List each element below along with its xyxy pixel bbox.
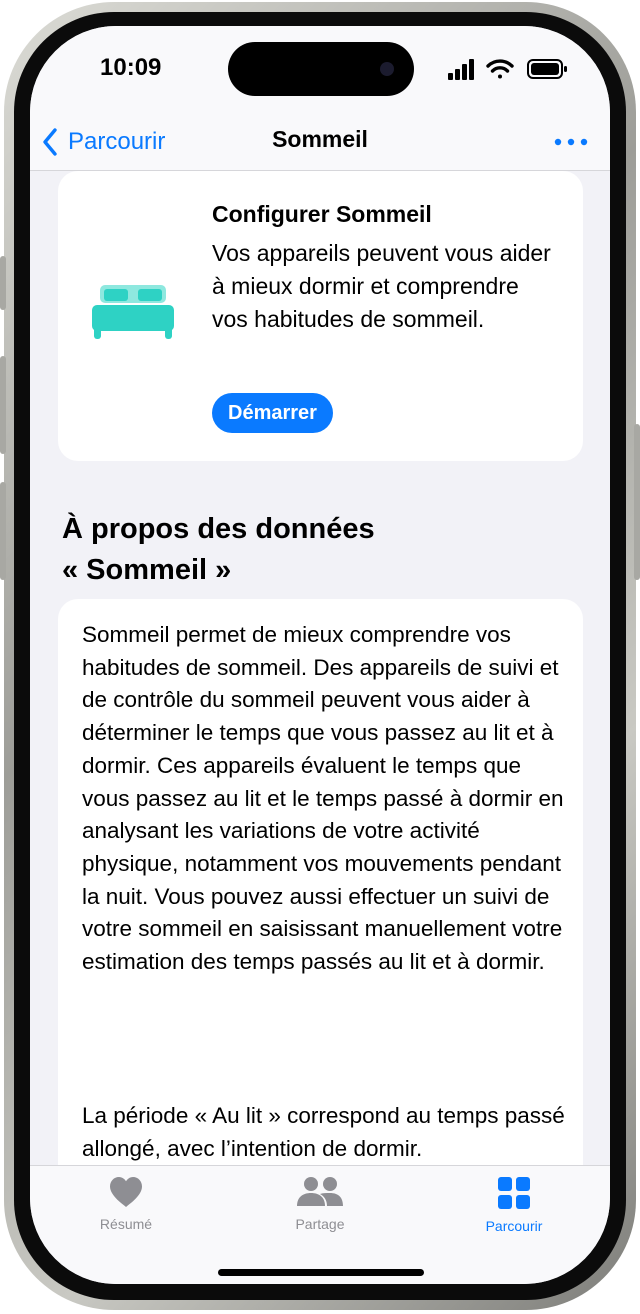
wifi-icon xyxy=(486,59,514,79)
about-paragraph-2: La période « Au lit » correspond au temp… xyxy=(82,1103,565,1161)
more-options-icon[interactable] xyxy=(554,128,588,156)
grid-icon xyxy=(498,1177,530,1209)
about-sleep-card: Sommeil permet de mieux comprendre vos h… xyxy=(58,599,583,1165)
status-icons xyxy=(448,59,567,80)
battery-icon xyxy=(527,59,567,79)
tab-sharing[interactable]: Partage xyxy=(260,1176,380,1232)
camera-icon xyxy=(380,62,394,76)
tab-browse-label: Parcourir xyxy=(485,1218,543,1234)
navigation-bar: Parcourir Sommeil xyxy=(30,116,610,171)
people-icon xyxy=(297,1177,343,1206)
about-title-line-1: À propos des données xyxy=(62,513,375,545)
about-paragraph-1: Sommeil permet de mieux comprendre vos h… xyxy=(82,622,564,975)
tab-bar: Résumé Partage Parcourir xyxy=(30,1165,610,1284)
about-section-title: À propos des données « Sommeil » xyxy=(62,509,582,591)
power-button xyxy=(634,424,640,580)
status-bar: 10:09 xyxy=(30,26,610,116)
tab-summary[interactable]: Résumé xyxy=(66,1176,186,1232)
setup-card-title: Configurer Sommeil xyxy=(212,201,432,227)
signal-icon xyxy=(448,59,474,80)
status-time: 10:09 xyxy=(100,54,162,81)
tab-browse[interactable]: Parcourir xyxy=(454,1176,574,1234)
dynamic-island xyxy=(228,42,414,96)
volume-up-button xyxy=(0,356,6,454)
setup-card-description: Vos appareils peuvent vous aider à mieux… xyxy=(212,240,551,332)
action-button xyxy=(0,256,6,310)
home-indicator[interactable] xyxy=(218,1269,424,1276)
page-title: Sommeil xyxy=(272,126,368,152)
tab-sharing-label: Partage xyxy=(295,1216,345,1232)
heart-icon xyxy=(110,1177,142,1207)
bed-icon xyxy=(92,285,174,339)
about-title-line-2: « Sommeil » xyxy=(62,554,232,586)
setup-sleep-card: Configurer Sommeil Vos appareils peuvent… xyxy=(58,171,583,461)
tab-summary-label: Résumé xyxy=(99,1216,153,1232)
scroll-content[interactable]: Configurer Sommeil Vos appareils peuvent… xyxy=(30,171,610,1165)
screen: 10:09 Parcourir Sommeil Configurer Somme… xyxy=(30,26,610,1284)
start-button[interactable]: Démarrer xyxy=(212,393,333,433)
volume-down-button xyxy=(0,482,6,580)
